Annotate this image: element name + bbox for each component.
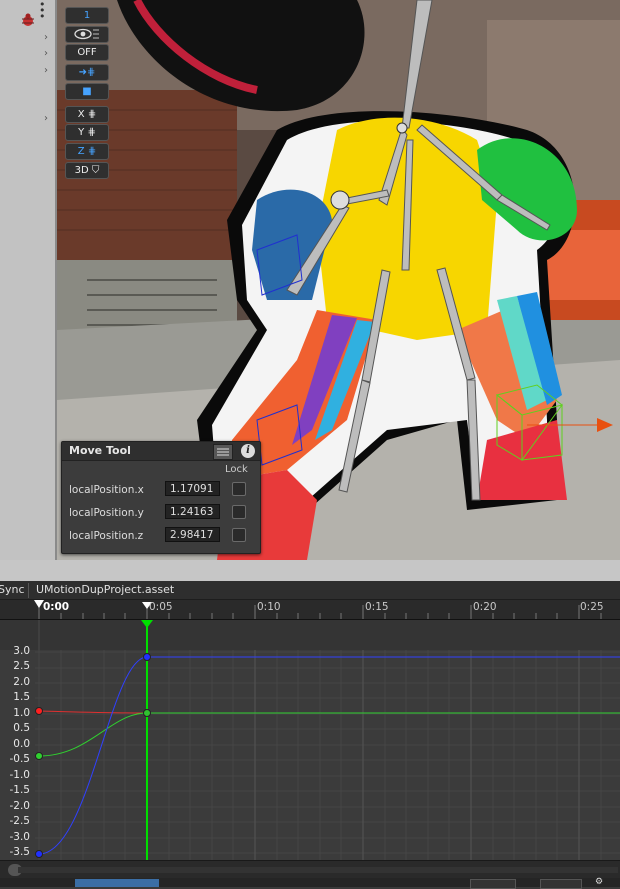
- y-axis-label: -3.0: [9, 831, 31, 843]
- y-axis-label: -2.0: [9, 800, 31, 812]
- kebab-menu-icon[interactable]: • • •: [39, 0, 46, 22]
- keyframe-y-start[interactable]: [35, 752, 43, 760]
- inspector-strip: • • • › › › ›: [0, 0, 57, 560]
- lock-x-checkbox[interactable]: [232, 482, 246, 496]
- curve-z[interactable]: [38, 656, 620, 855]
- property-row-x: localPosition.x 1.17091: [62, 481, 260, 499]
- y-axis-label: 0.0: [13, 738, 30, 750]
- chevron-right-icon[interactable]: ›: [44, 49, 52, 59]
- local-position-y-field[interactable]: 1.24163: [165, 504, 220, 519]
- property-label: localPosition.x: [69, 484, 144, 496]
- counter-button[interactable]: 1: [65, 7, 109, 24]
- tick-label: 0:20: [473, 601, 497, 613]
- move-tool-panel: Move Tool i Lock localPosition.x 1.17091…: [61, 441, 261, 554]
- visibility-toggle[interactable]: [65, 26, 109, 43]
- panel-title: Move Tool: [69, 444, 131, 457]
- bug-icon[interactable]: [20, 12, 36, 28]
- lock-icon: ■: [82, 86, 92, 97]
- lock-column-header: Lock: [225, 464, 248, 475]
- tab-bar: Sync UMotionDupProject.asset: [0, 581, 620, 600]
- local-position-x-field[interactable]: 1.17091: [165, 481, 220, 496]
- y-axis-label: 1.0: [13, 707, 30, 719]
- axis-y-toggle[interactable]: Y ⋕: [65, 124, 109, 141]
- y-axis-label: -1.5: [9, 784, 31, 796]
- chevron-right-icon[interactable]: ›: [44, 114, 52, 124]
- property-label: localPosition.y: [69, 507, 144, 519]
- tab-separator: [28, 583, 29, 598]
- y-axis-label: 0.5: [13, 722, 30, 734]
- keyframe-x-start[interactable]: [35, 707, 43, 715]
- tab-sync[interactable]: Sync: [0, 583, 25, 596]
- axis-z-label: Z: [77, 146, 85, 157]
- lock-toggle[interactable]: ■: [65, 83, 109, 100]
- settings-icon[interactable]: ⚙: [595, 878, 609, 887]
- off-label: OFF: [77, 47, 97, 58]
- y-axis-label: -2.5: [9, 815, 31, 827]
- keyframe-y-end[interactable]: [143, 709, 151, 717]
- lock-z-checkbox[interactable]: [232, 528, 246, 542]
- bottom-field[interactable]: [470, 879, 516, 889]
- list-icon[interactable]: [213, 444, 233, 460]
- y-axis-label: -1.0: [9, 769, 31, 781]
- eye-icon: [74, 28, 99, 40]
- mode-3d-label: 3D: [74, 165, 89, 176]
- axis-x-label: X: [77, 109, 85, 120]
- y-axis-label: 1.5: [13, 691, 30, 703]
- curve-graph: [35, 650, 620, 860]
- keyframe-z-end[interactable]: [143, 653, 151, 661]
- axis-z-toggle[interactable]: Z ⋕: [65, 143, 109, 160]
- property-row-z: localPosition.z 2.98417: [62, 527, 260, 545]
- tick-label: 0:25: [580, 601, 604, 613]
- curve-editor[interactable]: 3.0 2.5 2.0 1.5 1.0 0.5 0.0 -0.5 -1.0 -1…: [0, 645, 620, 860]
- property-row-y: localPosition.y 1.24163: [62, 504, 260, 522]
- y-axis-label: 2.5: [13, 660, 30, 672]
- grid-icon: ⋕: [87, 127, 96, 138]
- info-icon[interactable]: i: [241, 444, 255, 458]
- timeline-ruler[interactable]: 0:00 0:05 0:10 0:15 0:20 0:25: [0, 600, 620, 620]
- track-lines: [38, 620, 153, 650]
- chevron-right-icon[interactable]: ›: [44, 33, 52, 43]
- y-axis-label: 2.0: [13, 676, 30, 688]
- lock-y-checkbox[interactable]: [232, 505, 246, 519]
- grid-icon: ⋕: [87, 67, 96, 78]
- keyframe-z-start[interactable]: [35, 850, 43, 858]
- axis-x-toggle[interactable]: X ⋕: [65, 106, 109, 123]
- local-position-z-field[interactable]: 2.98417: [165, 527, 220, 542]
- grid-icon: ⋕: [87, 146, 97, 157]
- tick-label: 0:05: [149, 601, 173, 613]
- horizontal-scrollbar[interactable]: [0, 860, 620, 879]
- arrow-right-icon: ➜: [78, 67, 87, 78]
- property-label: localPosition.z: [69, 530, 144, 542]
- off-toggle[interactable]: OFF: [65, 44, 109, 61]
- mode-3d-toggle[interactable]: 3D ⛉: [65, 162, 109, 179]
- y-axis-label: -3.5: [9, 846, 31, 858]
- keyframe-track[interactable]: [0, 620, 620, 651]
- chevron-right-icon[interactable]: ›: [44, 66, 52, 76]
- bottom-bar: ⚙: [0, 878, 620, 889]
- playhead-marker[interactable]: [141, 620, 153, 628]
- bottom-field[interactable]: [540, 879, 582, 889]
- scroll-track: [18, 867, 618, 873]
- panel-header[interactable]: Move Tool i: [62, 442, 260, 461]
- grid-icon: ⋕: [87, 109, 97, 120]
- move-tool-button[interactable]: ➜⋕: [65, 64, 109, 81]
- y-axis-label: -0.5: [9, 753, 31, 765]
- tab-asset[interactable]: UMotionDupProject.asset: [36, 583, 174, 596]
- tick-label: 0:10: [257, 601, 281, 613]
- y-axis-label: 3.0: [13, 645, 30, 657]
- axis-y-label: Y: [78, 127, 85, 138]
- active-bottom-tab[interactable]: [75, 879, 159, 887]
- curve-y[interactable]: [38, 712, 620, 757]
- shield-icon: ⛉: [91, 165, 100, 176]
- tick-label: 0:00: [43, 601, 70, 613]
- tick-label: 0:15: [365, 601, 389, 613]
- divider: [0, 560, 620, 581]
- ruler-ticks: [34, 600, 602, 619]
